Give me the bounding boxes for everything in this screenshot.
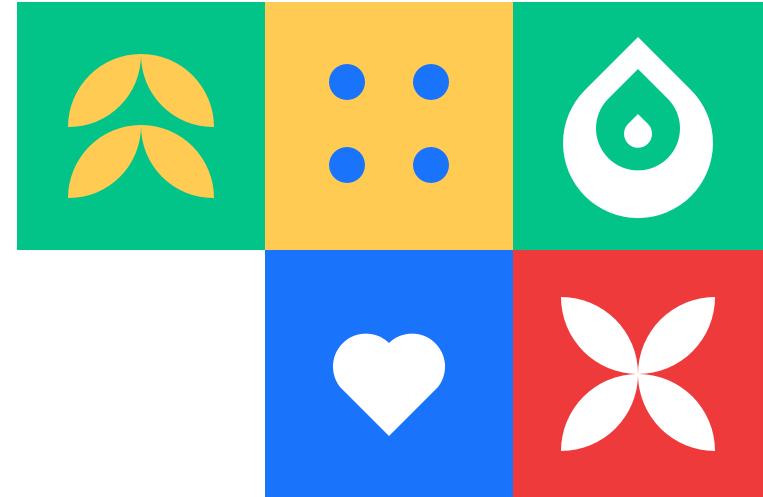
four-dots-icon	[265, 2, 513, 250]
four-petals-icon	[513, 250, 763, 497]
heart-icon	[265, 250, 513, 497]
tile-heart	[265, 250, 513, 497]
tile-dots	[265, 2, 513, 250]
tile-leaves	[17, 2, 265, 250]
tile-drop	[513, 2, 763, 250]
water-drop-icon	[513, 2, 763, 250]
sprout-leaves-icon	[17, 2, 265, 250]
tile-petals	[513, 250, 763, 497]
